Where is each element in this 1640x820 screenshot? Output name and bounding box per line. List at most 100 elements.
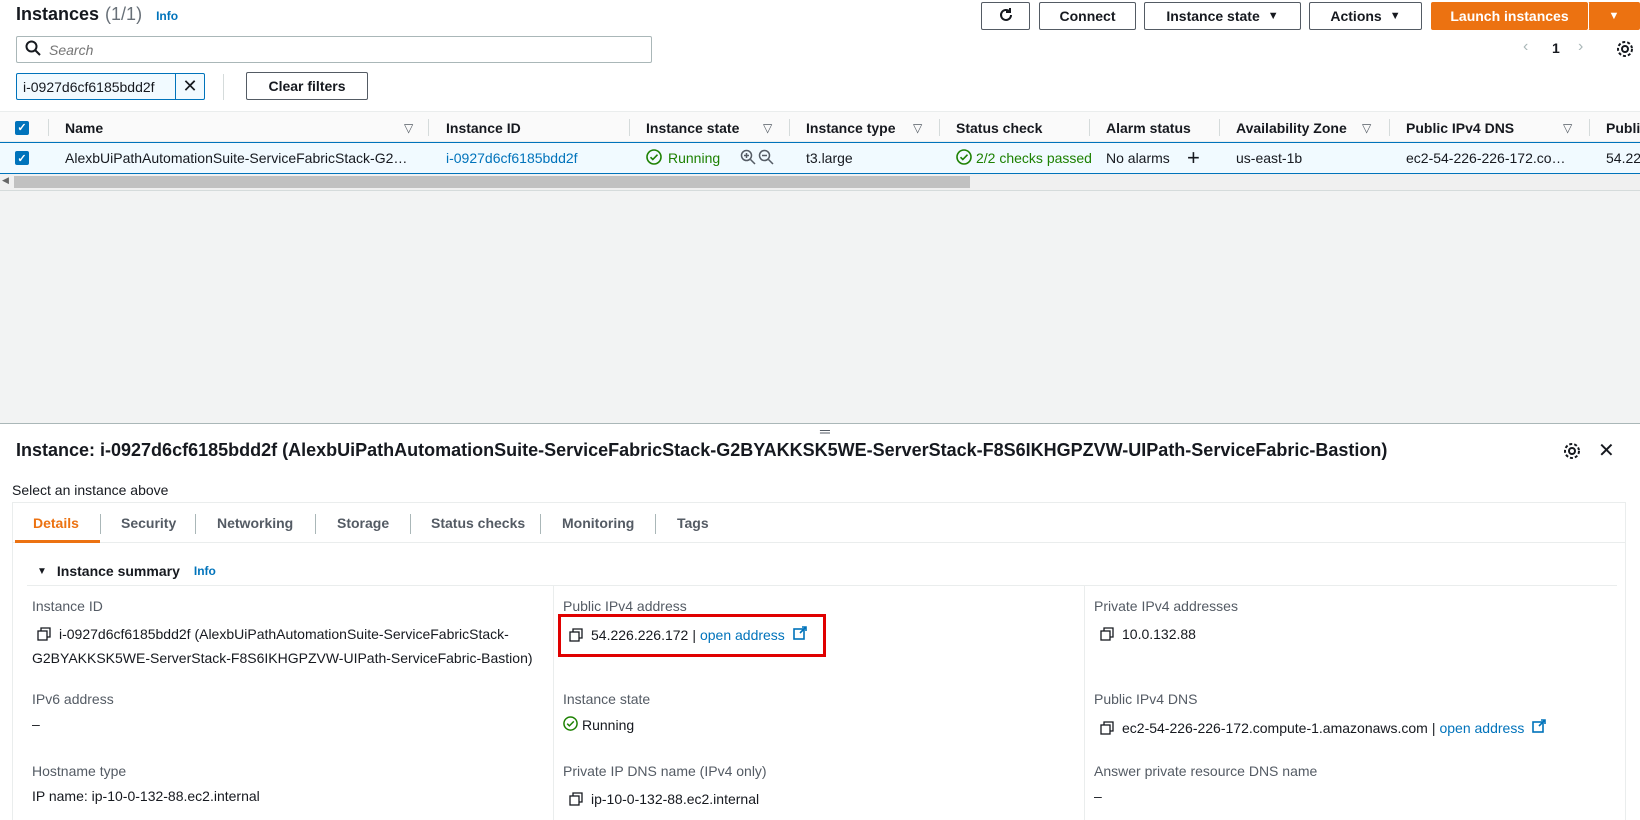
column-alarm-status[interactable]: Alarm status <box>1106 112 1191 143</box>
zoom-out-icon[interactable] <box>758 149 774 168</box>
column-public-ip[interactable]: Publi <box>1606 112 1640 143</box>
private-dns-label: Private IP DNS name (IPv4 only) <box>563 763 767 779</box>
search-input[interactable] <box>49 41 629 58</box>
instance-state-detail-value: Running <box>563 716 634 734</box>
instance-id-label: Instance ID <box>32 598 103 614</box>
page-number[interactable]: 1 <box>1552 40 1560 56</box>
instance-state-dropdown[interactable]: Instance state ▼ <box>1144 2 1301 30</box>
panel-title: Instance: i-0927d6cf6185bdd2f (AlexbUiPa… <box>16 440 1388 460</box>
panel-settings-icon[interactable] <box>1563 442 1581 463</box>
sort-icon[interactable]: ▽ <box>1362 112 1371 143</box>
cell-status-check: 2/2 checks passed <box>956 143 1091 173</box>
pipe-separator: | <box>1431 719 1436 736</box>
copy-icon[interactable] <box>569 792 583 806</box>
column-divider <box>1084 585 1085 820</box>
tab-separator <box>410 514 411 534</box>
summary-title: Instance summary <box>56 563 180 579</box>
tab-separator <box>195 514 196 534</box>
cell-public-ip: 54.22 <box>1606 150 1640 166</box>
table-row[interactable]: ✓ AlexbUiPathAutomationSuite-ServiceFabr… <box>0 142 1640 174</box>
column-status-check[interactable]: Status check <box>956 112 1042 143</box>
cell-name: AlexbUiPathAutomationSuite-ServiceFabric… <box>65 150 408 166</box>
instance-summary-header[interactable]: ▼ Instance summary Info <box>37 563 216 579</box>
info-link[interactable]: Info <box>156 9 178 23</box>
tab-networking[interactable]: Networking <box>217 503 293 543</box>
launch-instances-button[interactable]: Launch instances <box>1431 2 1588 30</box>
instance-id-text-cont: G2BYAKKSK5WE-ServerStack-F8S6IKHGPZVW-UI… <box>32 650 533 666</box>
column-instance-type[interactable]: Instance type <box>806 112 895 143</box>
cell-public-dns: ec2-54-226-226-172.co… <box>1406 150 1566 166</box>
remove-filter-icon[interactable]: ✕ <box>176 76 204 97</box>
caret-down-icon: ▼ <box>37 565 47 577</box>
sort-icon[interactable]: ▽ <box>1563 112 1572 143</box>
filter-token[interactable]: i-0927d6cf6185bdd2f ✕ <box>16 73 205 100</box>
external-link-icon[interactable] <box>1532 719 1547 736</box>
add-alarm-icon[interactable]: + <box>1187 143 1200 173</box>
tab-separator <box>540 514 541 534</box>
tab-tags[interactable]: Tags <box>677 503 709 543</box>
tab-monitoring[interactable]: Monitoring <box>562 503 634 543</box>
private-ipv4-label: Private IPv4 addresses <box>1094 598 1238 614</box>
col-separator <box>1089 119 1090 136</box>
public-dns-label: Public IPv4 DNS <box>1094 691 1198 707</box>
open-address-link[interactable]: open address <box>1439 720 1524 736</box>
zoom-in-icon[interactable] <box>740 149 756 168</box>
next-page-icon[interactable]: › <box>1578 38 1583 56</box>
tab-details[interactable]: Details <box>33 503 79 543</box>
close-panel-icon[interactable]: ✕ <box>1598 438 1615 463</box>
select-all-checkbox[interactable]: ✓ <box>15 112 29 143</box>
resize-handle-icon[interactable]: ═ <box>820 423 830 439</box>
refresh-button[interactable] <box>981 2 1030 30</box>
column-public-dns[interactable]: Public IPv4 DNS <box>1406 112 1514 143</box>
hostname-type-value: IP name: ip-10-0-132-88.ec2.internal <box>32 788 260 804</box>
column-availability-zone[interactable]: Availability Zone <box>1236 112 1347 143</box>
launch-dropdown-button[interactable]: ▼ <box>1588 2 1640 30</box>
refresh-icon <box>997 6 1015 27</box>
public-ipv4-label: Public IPv4 address <box>563 598 687 614</box>
public-dns-text: ec2-54-226-226-172.compute-1.amazonaws.c… <box>1122 719 1428 736</box>
table-header: ✓ Name ▽ Instance ID Instance state ▽ In… <box>0 111 1640 142</box>
check-circle-icon <box>646 148 662 168</box>
tab-status-checks[interactable]: Status checks <box>431 503 525 543</box>
settings-gear-icon[interactable] <box>1616 40 1634 61</box>
tab-storage[interactable]: Storage <box>337 503 389 543</box>
sort-icon[interactable]: ▽ <box>404 112 413 143</box>
page-title-text: Instances <box>16 4 100 24</box>
summary-divider <box>27 585 1617 586</box>
scrollbar-thumb[interactable] <box>14 176 970 188</box>
actions-label: Actions <box>1330 8 1382 24</box>
copy-icon[interactable] <box>1100 627 1114 641</box>
column-instance-id[interactable]: Instance ID <box>446 112 521 143</box>
tab-security[interactable]: Security <box>121 503 176 543</box>
column-name[interactable]: Name <box>65 112 103 143</box>
sort-icon[interactable]: ▽ <box>763 112 772 143</box>
divider <box>223 74 224 100</box>
private-ipv4-text: 10.0.132.88 <box>1122 626 1196 642</box>
scroll-left-icon[interactable]: ◀ <box>2 175 9 186</box>
caret-down-icon: ▼ <box>1267 10 1279 22</box>
col-separator <box>428 119 429 136</box>
caret-down-icon: ▼ <box>1608 10 1620 22</box>
prev-page-icon[interactable]: ‹ <box>1523 38 1528 56</box>
copy-icon[interactable] <box>1100 720 1114 735</box>
horizontal-scrollbar[interactable]: ◀ <box>0 174 1640 191</box>
search-box[interactable] <box>16 36 652 63</box>
clear-filters-button[interactable]: Clear filters <box>246 72 368 100</box>
column-instance-state[interactable]: Instance state <box>646 112 739 143</box>
caret-down-icon: ▼ <box>1389 10 1401 22</box>
row-checkbox[interactable]: ✓ <box>15 143 29 173</box>
connect-button[interactable]: Connect <box>1039 2 1136 30</box>
page-title: Instances (1/1) Info <box>16 4 178 25</box>
cell-instance-id-link[interactable]: i-0927d6cf6185bdd2f <box>446 143 578 173</box>
col-separator <box>1389 119 1390 136</box>
check-circle-icon <box>563 716 578 734</box>
private-dns-value: ip-10-0-132-88.ec2.internal <box>569 791 759 807</box>
summary-info-link[interactable]: Info <box>194 564 216 578</box>
sort-icon[interactable]: ▽ <box>913 112 922 143</box>
instance-id-text: i-0927d6cf6185bdd2f (AlexbUiPathAutomati… <box>59 626 509 642</box>
col-separator <box>789 119 790 136</box>
actions-dropdown[interactable]: Actions ▼ <box>1309 2 1422 30</box>
zoom-controls <box>740 143 774 173</box>
copy-icon[interactable] <box>37 627 51 641</box>
cell-availability-zone: us-east-1b <box>1236 150 1303 166</box>
